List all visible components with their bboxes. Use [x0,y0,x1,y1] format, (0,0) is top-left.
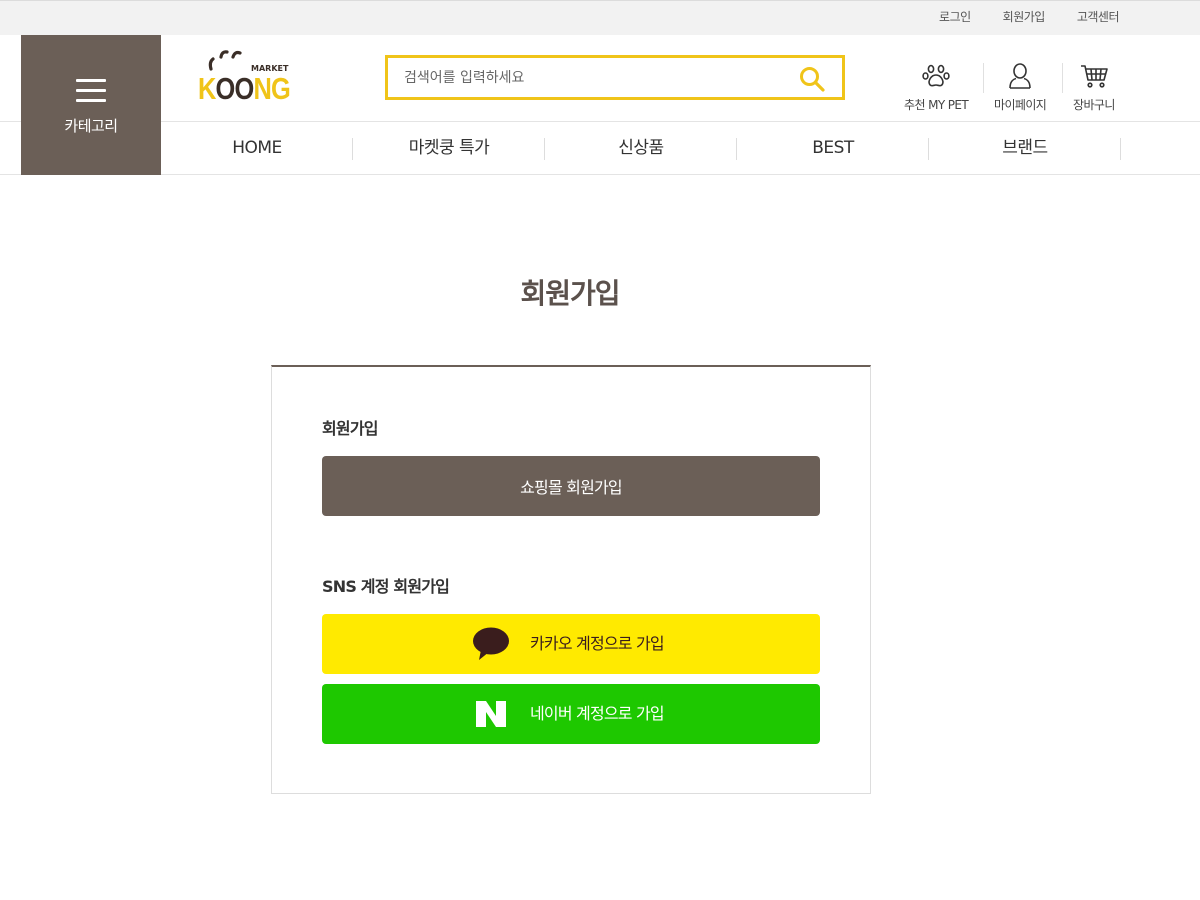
site-header: 카테고리 MARKET KOONG 추천 MY PET [0,35,1200,175]
my-pet-link[interactable]: 추천 MY PET [904,61,969,113]
my-page-label: 마이페이지 [994,98,1047,112]
naver-join-label: 네이버 계정으로 가입 [530,704,665,723]
nav-new[interactable]: 신상품 [545,122,737,175]
hamburger-icon [76,79,106,109]
nav-best[interactable]: BEST [737,122,929,175]
paw-dots-icon [208,50,242,71]
gnb-border-right [1121,121,1200,122]
logo[interactable]: MARKET KOONG [198,47,291,109]
sns-join-title: SNS 계정 회원가입 [322,577,450,596]
page-title: 회원가입 [520,277,620,310]
search-input[interactable] [388,58,788,97]
cart-label: 장바구니 [1073,98,1115,112]
naver-join-button[interactable]: 네이버 계정으로 가입 [322,684,820,744]
gnb-border-left [0,121,21,122]
naver-icon [476,701,506,727]
shop-join-button[interactable]: 쇼핑몰 회원가입 [322,456,820,516]
quick-divider [1062,63,1063,93]
kakao-talk-icon [473,627,509,660]
my-pet-label: 추천 MY PET [904,98,969,112]
join-link[interactable]: 회원가입 [1003,8,1046,25]
cart-link[interactable]: 장바구니 [1073,61,1115,113]
cart-icon [1080,65,1108,88]
user-icon [1009,63,1031,89]
logo-word: KOONG [198,71,291,106]
quick-divider [983,63,984,93]
paw-icon [922,64,950,87]
login-link[interactable]: 로그인 [939,8,971,25]
search-icon[interactable] [799,66,825,92]
top-links: 로그인 회원가입 고객센터 [907,8,1119,25]
main-nav: HOME 마켓쿵 특가 신상품 BEST 브랜드 [161,121,1121,175]
join-panel: 회원가입 쇼핑몰 회원가입 SNS 계정 회원가입 카카오 계정으로 가입 네이… [271,365,871,794]
member-join-title: 회원가입 [322,419,378,438]
kakao-join-label: 카카오 계정으로 가입 [530,634,665,653]
nav-home[interactable]: HOME [161,122,353,175]
my-page-link[interactable]: 마이페이지 [994,61,1047,113]
category-label: 카테고리 [64,117,118,135]
nav-brand[interactable]: 브랜드 [929,122,1121,175]
top-utility-bar: 로그인 회원가입 고객센터 [0,0,1200,35]
category-menu-button[interactable]: 카테고리 [21,35,161,175]
nav-special[interactable]: 마켓쿵 특가 [353,122,545,175]
kakao-join-button[interactable]: 카카오 계정으로 가입 [322,614,820,674]
support-link[interactable]: 고객센터 [1077,8,1120,25]
search-box [385,55,845,100]
